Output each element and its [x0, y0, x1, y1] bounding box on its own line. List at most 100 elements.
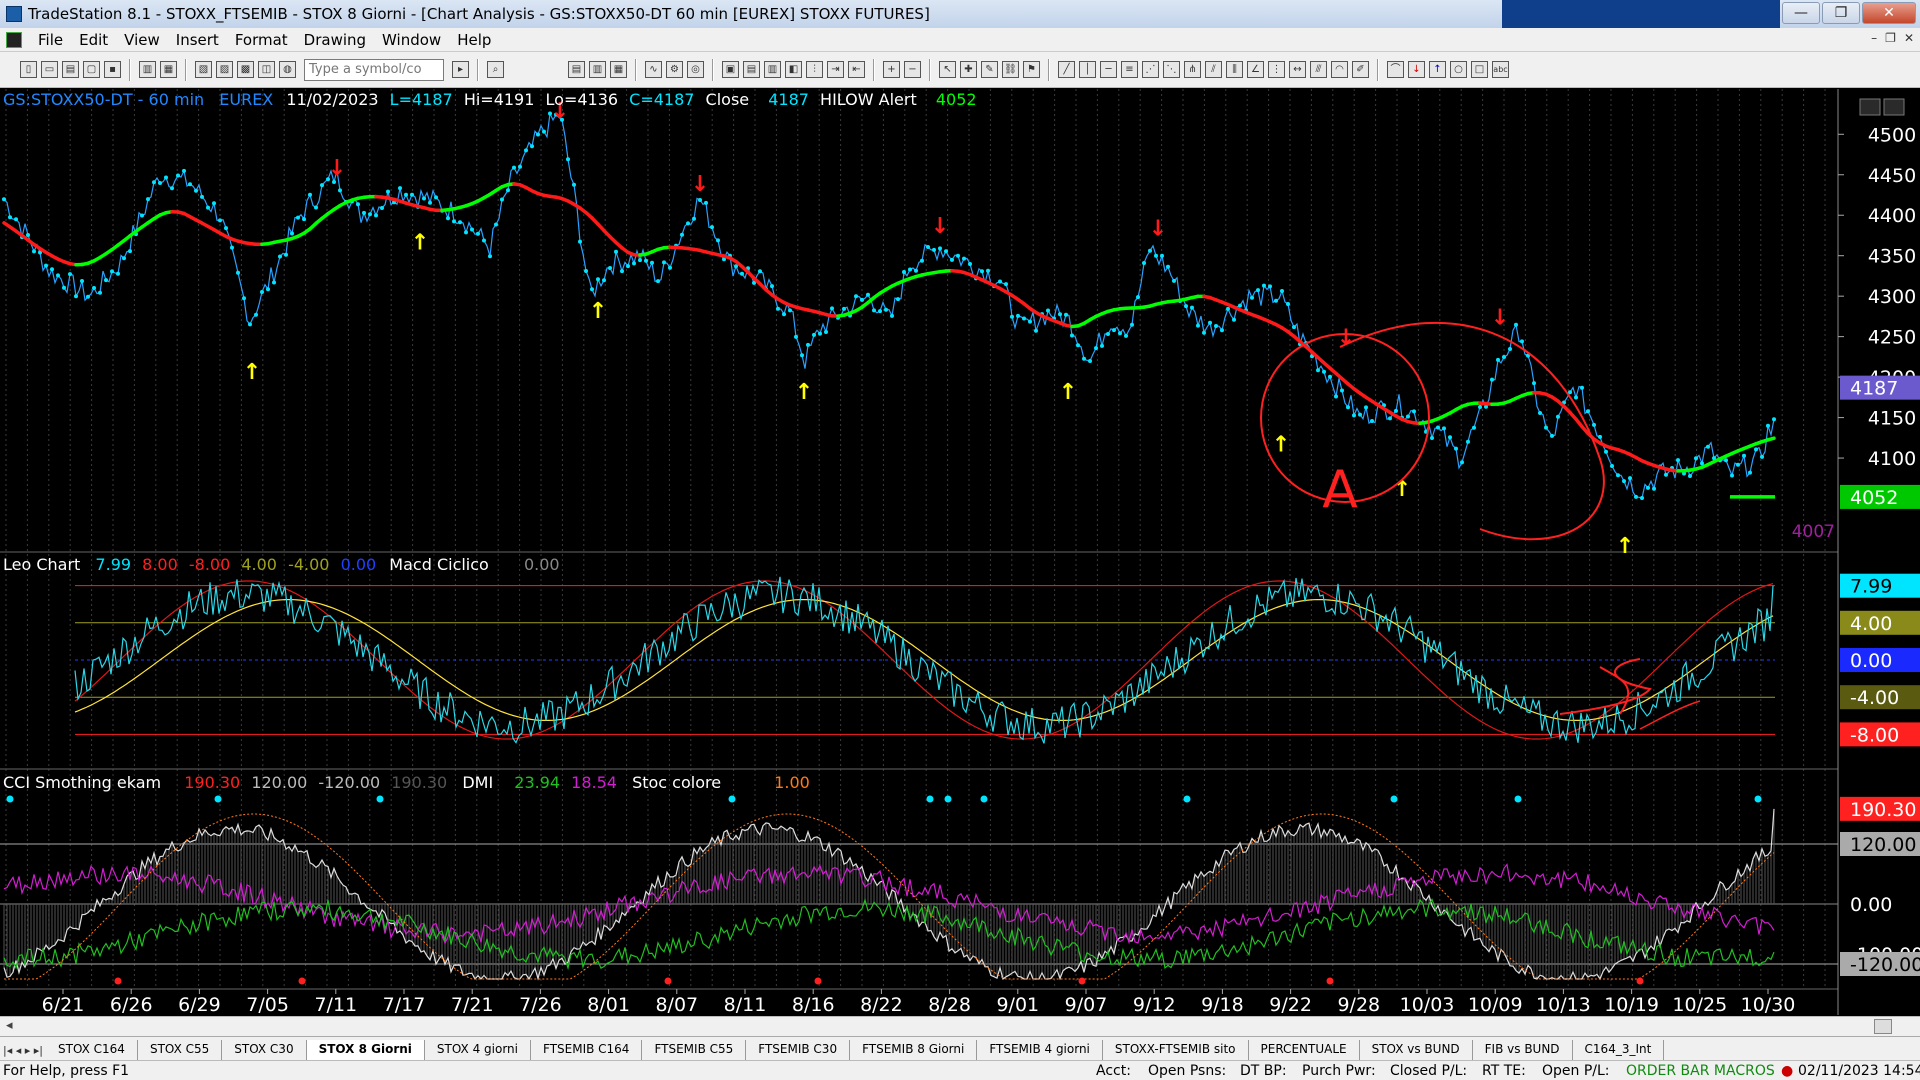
mdi-restore-icon[interactable]: ❐ — [1885, 31, 1896, 45]
cycle-lines-icon[interactable]: ⫼ — [1226, 61, 1243, 78]
rectangle-icon[interactable]: □ — [1471, 61, 1488, 78]
bar-spacing-icon[interactable]: ⫶ — [806, 61, 823, 78]
mdi-minimize-icon[interactable]: – — [1871, 31, 1877, 45]
arrow-tool-icon[interactable]: ↔ — [1289, 61, 1306, 78]
workspace-tab[interactable]: FTSEMIB C30 — [746, 1040, 851, 1060]
matrix-icon[interactable]: ▩ — [237, 61, 254, 78]
status-help: For Help, press F1 — [3, 1063, 130, 1079]
workspace-tab[interactable]: STOX C164 — [46, 1040, 138, 1060]
open-folder-icon[interactable]: ▭ — [41, 61, 58, 78]
scrollbar-thumb[interactable] — [1874, 1019, 1892, 1034]
chart-canvas[interactable]: 450044504400435043004250420041504100↓↓↓↓… — [0, 89, 1920, 1015]
menu-window[interactable]: Window — [374, 31, 449, 49]
new-file-icon[interactable]: ▯ — [20, 61, 37, 78]
chart-analysis-icon[interactable]: ▧ — [195, 61, 212, 78]
candle-chart-icon[interactable]: ▦ — [610, 61, 627, 78]
gann-fan-icon[interactable]: ⋱ — [1163, 61, 1180, 78]
andrews-pitchfork-icon[interactable]: ⋔ — [1184, 61, 1201, 78]
workspace-tab[interactable]: FTSEMIB 8 Giorni — [850, 1040, 978, 1060]
workspace-tab[interactable]: PERCENTUALE — [1249, 1040, 1360, 1060]
scroll-right-icon[interactable]: ⇥ — [827, 61, 844, 78]
pencil-icon[interactable]: ✐ — [1352, 61, 1369, 78]
minimize-button[interactable]: — — [1782, 2, 1820, 24]
workspace-tab[interactable]: FTSEMIB C55 — [642, 1040, 747, 1060]
ellipse-icon[interactable]: ○ — [1450, 61, 1467, 78]
new-window-icon[interactable]: ▢ — [83, 61, 100, 78]
up-arrow-icon[interactable]: ↑ — [1429, 61, 1446, 78]
maximize-button[interactable]: ❐ — [1822, 2, 1860, 24]
format-symbol-icon[interactable]: ▤ — [743, 61, 760, 78]
symbol-go-arrow-icon[interactable]: ▸ — [452, 61, 469, 78]
cci-oversold-dot-icon — [1326, 977, 1334, 985]
horizontal-scrollbar[interactable]: ◂ — [0, 1016, 1920, 1036]
status-order-bar-macros[interactable]: ORDER BAR MACROS — [1626, 1063, 1775, 1079]
freehand-icon[interactable]: ⌒ — [1387, 61, 1404, 78]
scroll-left-arrow-icon[interactable]: ◂ — [6, 1018, 13, 1033]
chart-analysis-window[interactable]: 450044504400435043004250420041504100↓↓↓↓… — [0, 89, 1920, 1015]
workspace-tab[interactable]: STOXX-FTSEMIB sito — [1103, 1040, 1249, 1060]
vertical-line-icon[interactable]: │ — [1079, 61, 1096, 78]
insert-showme-icon[interactable]: ◎ — [687, 61, 704, 78]
insert-strategy-icon[interactable]: ⚙ — [666, 61, 683, 78]
open-workspace-icon[interactable]: ▤ — [62, 61, 79, 78]
format-window-icon[interactable]: ▣ — [722, 61, 739, 78]
tab-nav-arrows-icon[interactable]: |◂ ◂ ▸ ▸| — [0, 1044, 46, 1060]
pane-restore-icon[interactable] — [1883, 98, 1905, 116]
link-icon[interactable]: ⛓ — [1002, 61, 1019, 78]
arc-icon[interactable]: ◠ — [1331, 61, 1348, 78]
line-chart-icon[interactable]: ▥ — [589, 61, 606, 78]
menu-file[interactable]: File — [30, 31, 71, 49]
alert-icon[interactable]: ⚑ — [1023, 61, 1040, 78]
workspace-tab[interactable]: STOX C30 — [222, 1040, 307, 1060]
zoom-in-icon[interactable]: + — [883, 61, 900, 78]
pane-minimize-icon[interactable] — [1859, 98, 1881, 116]
scroll-left-icon[interactable]: ⇤ — [848, 61, 865, 78]
save-icon[interactable]: ▪ — [104, 61, 121, 78]
print-icon[interactable]: ▦ — [160, 61, 177, 78]
text-tool-icon[interactable]: abc — [1492, 61, 1509, 78]
cursor-icon[interactable]: ✚ — [960, 61, 977, 78]
workspace-tab[interactable]: C164_3_Int — [1573, 1040, 1665, 1060]
horizontal-line-icon[interactable]: ─ — [1100, 61, 1117, 78]
workspace-tab[interactable]: STOX C55 — [138, 1040, 223, 1060]
radar-screen-icon[interactable]: ▨ — [216, 61, 233, 78]
menu-help[interactable]: Help — [449, 31, 499, 49]
mdi-close-icon[interactable]: ✕ — [1904, 31, 1914, 45]
close-button[interactable]: ✕ — [1862, 2, 1916, 24]
symbol-lookup-icon[interactable]: ⌕ — [487, 61, 504, 78]
fib-time-icon[interactable]: ⋮ — [1268, 61, 1285, 78]
data-window-icon[interactable]: ▥ — [764, 61, 781, 78]
menu-drawing[interactable]: Drawing — [296, 31, 374, 49]
globe-icon[interactable]: ◍ — [279, 61, 296, 78]
workspace-tab[interactable]: STOX vs BUND — [1360, 1040, 1473, 1060]
speed-lines-icon[interactable]: ⋰ — [1142, 61, 1159, 78]
workspace-tab[interactable]: FTSEMIB 4 giorni — [977, 1040, 1103, 1060]
scanner-icon[interactable]: ◫ — [258, 61, 275, 78]
price-bar-marker — [1604, 449, 1608, 454]
workspace-tab[interactable]: FIB vs BUND — [1473, 1040, 1573, 1060]
bar-chart-icon[interactable]: ▤ — [568, 61, 585, 78]
status-line-icon[interactable]: ◧ — [785, 61, 802, 78]
regression-channel-icon[interactable]: ⫽ — [1205, 61, 1222, 78]
tools-icon[interactable]: ✎ — [981, 61, 998, 78]
angle-line-icon[interactable]: ∠ — [1247, 61, 1264, 78]
workspace-tab[interactable]: FTSEMIB C164 — [531, 1040, 643, 1060]
menu-format[interactable]: Format — [227, 31, 296, 49]
symbol-input[interactable]: Type a symbol/co — [304, 58, 444, 81]
insert-indicator-icon[interactable]: ∿ — [645, 61, 662, 78]
workspace-tab[interactable]: STOX 4 giorni — [425, 1040, 531, 1060]
menu-view[interactable]: View — [116, 31, 168, 49]
chart-window-icon[interactable] — [6, 31, 22, 48]
price-bar-marker — [1688, 474, 1692, 478]
fib-retracement-icon[interactable]: ≡ — [1121, 61, 1138, 78]
pointer-icon[interactable]: ↖ — [939, 61, 956, 78]
parallel-lines-icon[interactable]: ⫻ — [1310, 61, 1327, 78]
sell-signal-arrow-icon: ↓ — [691, 172, 709, 197]
workspace-tab[interactable]: STOX 8 Giorni — [306, 1040, 425, 1060]
print-preview-icon[interactable]: ▥ — [139, 61, 156, 78]
trendline-icon[interactable]: ╱ — [1058, 61, 1075, 78]
down-arrow-icon[interactable]: ↓ — [1408, 61, 1425, 78]
menu-insert[interactable]: Insert — [168, 31, 227, 49]
menu-edit[interactable]: Edit — [71, 31, 116, 49]
zoom-out-icon[interactable]: − — [904, 61, 921, 78]
